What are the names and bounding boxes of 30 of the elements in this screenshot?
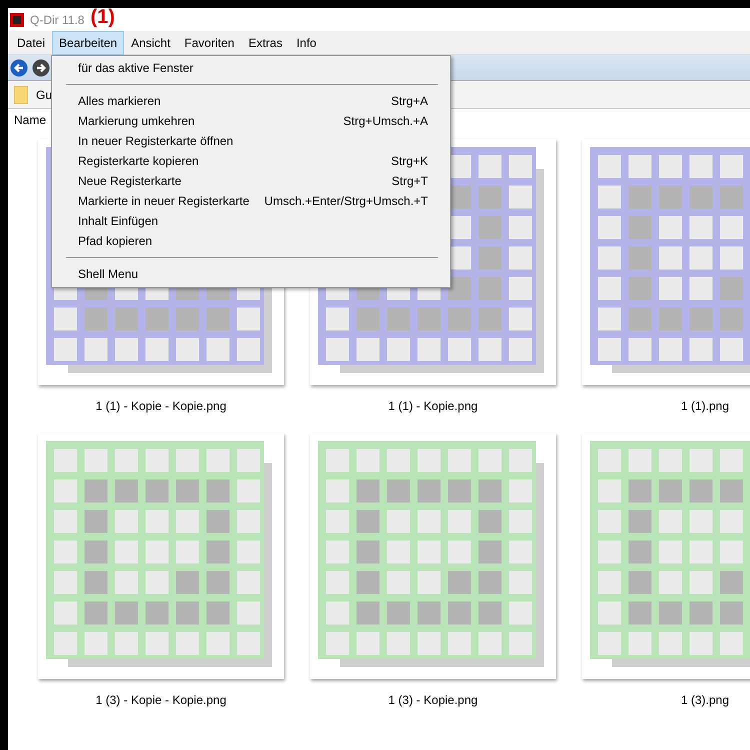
app-icon [10,12,24,26]
menu-item[interactable]: Shell Menu [52,264,450,284]
file-name: 1 (3) - Kopie.png [388,692,478,709]
file-name: 1 (1) - Kopie.png [388,398,478,415]
image-thumbnail[interactable] [38,433,284,679]
menu-item[interactable]: Pfad kopieren [52,231,450,251]
menu-item[interactable]: Datei [10,30,52,54]
folder-icon [14,86,28,104]
address-text: Gu [36,86,52,104]
menu-item[interactable]: Extras [241,30,290,54]
menu-item[interactable]: Ansicht [124,30,178,54]
menu-item[interactable]: In neuer Registerkarte öffnen [52,131,450,151]
menu-item[interactable]: Bearbeiten [52,30,124,54]
back-icon[interactable] [10,58,28,76]
menu-item[interactable]: Markierung umkehren Strg+Umsch.+A [52,111,450,131]
window-title: Q-Dir 11.8 [30,12,84,28]
menu-item[interactable]: Neue Registerkarte Strg+T [52,171,450,191]
menu-item[interactable]: Inhalt Einfügen [52,211,450,231]
file-name: 1 (3) - Kopie - Kopie.png [96,692,226,709]
file-name: 1 (1) - Kopie - Kopie.png [96,398,226,415]
image-thumbnail[interactable] [310,433,556,679]
menu-item[interactable]: Registerkarte kopieren Strg+K [52,151,450,171]
menu-item[interactable]: Alles markieren Strg+A [52,91,450,111]
annotation-label: (1) [90,8,115,30]
menu-item[interactable]: Markierte in neuer Registerkarte Umsch.+Enter/Strg+Umsch.+T [52,191,450,211]
file-name: 1 (1).png [680,398,730,415]
menu-item[interactable]: Info [289,30,324,54]
file-name: 1 (3).png [680,692,730,709]
forward-icon[interactable] [32,58,50,76]
menu-item[interactable]: Favoriten [177,30,242,54]
